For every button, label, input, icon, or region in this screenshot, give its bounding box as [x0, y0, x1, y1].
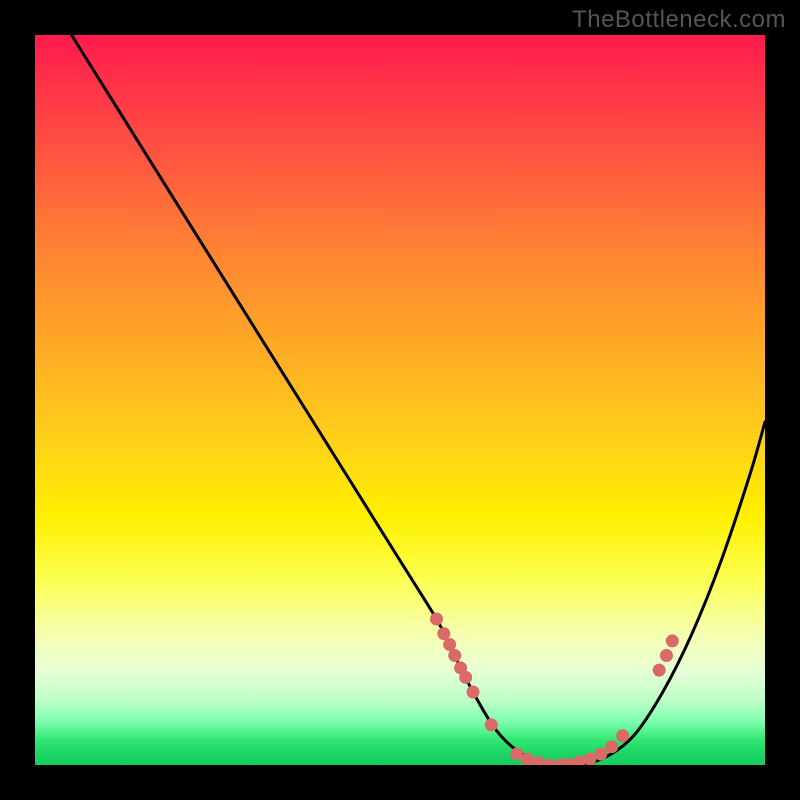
curve-marker [430, 613, 443, 626]
curve-marker [660, 649, 673, 662]
curve-marker [532, 756, 545, 765]
curve-svg [35, 35, 765, 765]
curve-marker [653, 664, 666, 677]
curve-marker [437, 627, 450, 640]
curve-marker [485, 718, 498, 731]
chart-frame: TheBottleneck.com [0, 0, 800, 800]
curve-marker [448, 649, 461, 662]
curve-marker [616, 729, 629, 742]
curve-marker [666, 634, 679, 647]
curve-marker [459, 671, 472, 684]
curve-marker [467, 686, 480, 699]
curve-markers [430, 613, 679, 766]
watermark-label: TheBottleneck.com [572, 6, 786, 34]
curve-marker [605, 740, 618, 753]
plot-area [35, 35, 765, 765]
curve-marker [594, 748, 607, 761]
